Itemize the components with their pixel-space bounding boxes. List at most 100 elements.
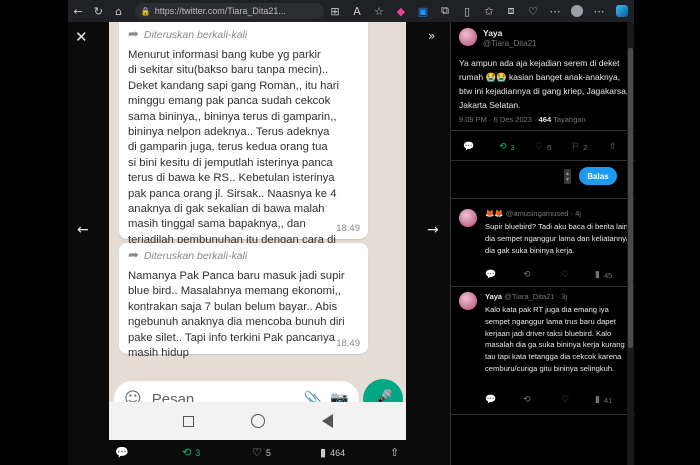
share-action[interactable]: ⇧: [609, 142, 617, 152]
reply-action[interactable]: 💬: [463, 142, 474, 152]
whatsapp-screenshot: ➦ Diteruskan berkali-kali Menurut inform…: [109, 22, 406, 440]
views-action[interactable]: ▮ 464: [320, 446, 345, 459]
like-action[interactable]: ♡ 5: [252, 446, 271, 459]
reply-text: Supir bluebird? Tadi aku baca di berita …: [485, 222, 631, 255]
collections-icon[interactable]: ⧈: [500, 0, 522, 22]
reply-author-handle[interactable]: @amusingamused · 4j: [506, 209, 581, 218]
more-icon[interactable]: ⋯: [588, 0, 610, 22]
divider: [451, 160, 635, 161]
reply-view-count: 45: [603, 270, 613, 280]
close-icon[interactable]: ✕: [75, 28, 88, 46]
collapse-panel-icon[interactable]: »: [428, 29, 435, 43]
like-action[interactable]: ♡: [561, 395, 569, 405]
reply-action[interactable]: 💬: [485, 270, 496, 280]
heart-icon: ♡: [535, 142, 544, 152]
forward-arrow-icon: ➦: [128, 27, 139, 42]
reply-tweet[interactable]: 🦊🦊 @amusingamused · 4j Supir bluebird? T…: [459, 209, 631, 304]
bookmark-count: 2: [583, 142, 588, 152]
view-count: 464: [330, 447, 346, 458]
bookmark-action[interactable]: ⚐ 2: [571, 142, 587, 152]
home-nav-icon: [250, 414, 265, 428]
message-time: 18.49: [336, 338, 360, 349]
reply-actions: 💬 ⟲ ♡ ▮ 41: [485, 393, 631, 407]
heart-icon: ♡: [561, 395, 570, 405]
tweet-header: Yaya @Tiara_Dita21: [459, 28, 537, 48]
bookmark-icon: ⚐: [571, 142, 580, 152]
author-name[interactable]: Yaya: [483, 28, 537, 38]
views-icon: ▮: [595, 270, 600, 280]
divider: [451, 286, 635, 287]
tweet-text: Ya ampun ada aja kejadian serem di deket…: [459, 58, 629, 110]
read-aloud-icon[interactable]: A: [346, 0, 368, 22]
menu-icon[interactable]: ⋯: [544, 0, 566, 22]
views-action[interactable]: ▮ 41: [595, 395, 612, 405]
forwarded-text: Diteruskan berkali-kali: [143, 28, 248, 41]
home-icon[interactable]: ⌂: [109, 0, 129, 22]
reply-action[interactable]: 💬: [485, 395, 496, 405]
tweet-views-label: Tayangan: [551, 115, 586, 124]
message-text: Menurut informasi bang kube yg parkir di…: [128, 49, 340, 261]
message-bubble: ➦ Diteruskan berkali-kali Namanya Pak Pa…: [119, 243, 368, 359]
heart-icon: ♡: [252, 446, 262, 459]
forward-arrow-icon: ➦: [128, 248, 139, 263]
android-nav-bar: [109, 402, 406, 440]
reply-icon: 💬: [485, 270, 497, 280]
extension-blue-icon[interactable]: ▣: [412, 0, 434, 22]
reply-icon: 💬: [463, 142, 475, 152]
refresh-icon[interactable]: ↻: [88, 0, 108, 22]
avatar[interactable]: [459, 28, 477, 46]
like-action[interactable]: ♡ 5: [535, 142, 551, 152]
reply-author-name[interactable]: 🦊🦊: [485, 209, 504, 218]
share-icon: ⇧: [609, 142, 617, 152]
author-handle[interactable]: @Tiara_Dita21: [483, 39, 537, 48]
next-arrow-icon[interactable]: →: [427, 222, 439, 238]
reply-action[interactable]: 💬: [115, 446, 129, 459]
retweet-action[interactable]: ⟲: [523, 270, 531, 280]
reply-header: Yaya @Tiara_Dita21 · 3j: [485, 292, 567, 301]
favorites-bar-icon[interactable]: ✩: [478, 0, 500, 22]
like-count: 5: [547, 142, 552, 152]
retweet-icon: ⟲: [499, 142, 507, 152]
retweet-icon: ⟲: [182, 446, 192, 459]
previous-arrow-icon[interactable]: ←: [77, 222, 89, 238]
extension-color-icon[interactable]: ◆: [390, 0, 412, 22]
reply-icon: 💬: [115, 446, 129, 459]
scrollbar-thumb[interactable]: [628, 48, 633, 348]
reply-tweet[interactable]: Yaya @Tiara_Dita21 · 3j Kalo kata pak RT…: [459, 292, 631, 402]
views-icon: ▮: [320, 446, 327, 459]
split-screen-icon[interactable]: ▯: [456, 0, 478, 22]
reply-button[interactable]: Balas: [579, 167, 617, 185]
grid-icon[interactable]: ⊞: [324, 0, 346, 22]
tweet-meta: 9.09 PM · 6 Des 2023 · 464 Tayangan: [459, 115, 586, 124]
reply-author-handle[interactable]: @Tiara_Dita21 · 3j: [504, 292, 567, 301]
extension-icon[interactable]: ⧉: [434, 0, 456, 22]
avatar[interactable]: [459, 209, 477, 227]
avatar[interactable]: [459, 292, 477, 310]
tweet-panel: Yaya @Tiara_Dita21 Ya ampun ada aja keja…: [450, 22, 635, 465]
like-action[interactable]: ♡: [561, 270, 569, 280]
recents-icon: [182, 415, 194, 427]
divider: [451, 414, 635, 415]
retweet-action[interactable]: ⟲ 3: [499, 142, 515, 152]
retweet-count: 3: [510, 142, 515, 152]
favorite-icon[interactable]: ☆: [368, 0, 390, 22]
profile-avatar[interactable]: [571, 5, 583, 17]
lock-icon: 🔒: [140, 6, 151, 16]
views-icon: ▮: [595, 395, 600, 405]
message-text: Namanya Pak Panca baru masuk jadi supir …: [128, 270, 345, 360]
retweet-action[interactable]: ⟲: [523, 395, 531, 405]
retweet-action[interactable]: ⟲ 3: [182, 446, 200, 459]
share-action[interactable]: ⇧: [390, 446, 399, 459]
profile-icon[interactable]: ♡: [522, 0, 544, 22]
tweet-timestamp: 9.09 PM · 6 Des 2023 ·: [459, 115, 539, 124]
views-action[interactable]: ▮ 45: [595, 270, 612, 280]
scroll-handle[interactable]: ▲ ▼: [564, 169, 571, 184]
copilot-icon[interactable]: [616, 5, 628, 17]
reply-icon: 💬: [485, 395, 497, 405]
address-bar[interactable]: 🔒 https://twitter.com/Tiara_Dita21...: [134, 3, 324, 19]
reply-header: 🦊🦊 @amusingamused · 4j: [485, 209, 581, 218]
reply-author-name[interactable]: Yaya: [485, 292, 502, 301]
browser-toolbar: ← ↻ ⌂ 🔒 https://twitter.com/Tiara_Dita21…: [68, 0, 634, 22]
back-icon[interactable]: ←: [68, 0, 88, 22]
tweet-actions: 💬 ⟲ 3 ♡ 5 ⚐ 2 ⇧: [459, 140, 627, 154]
